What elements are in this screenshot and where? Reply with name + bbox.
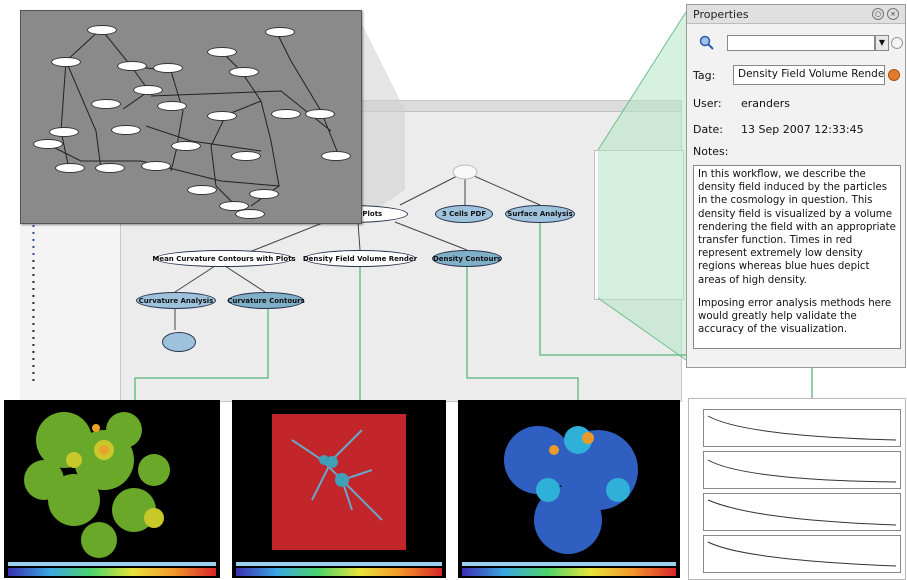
version-node[interactable]	[33, 139, 63, 149]
search-row: ▼	[693, 33, 903, 55]
colorbar[interactable]	[236, 568, 442, 576]
user-label: User:	[693, 97, 722, 110]
version-node[interactable]	[153, 63, 183, 73]
version-node[interactable]	[141, 161, 171, 171]
notes-label: Notes:	[693, 145, 729, 158]
version-node[interactable]	[265, 27, 295, 37]
user-value: eranders	[741, 97, 791, 110]
search-icon[interactable]	[699, 35, 715, 51]
clear-icon[interactable]	[891, 37, 903, 49]
plot	[703, 535, 901, 573]
colorbar-handles[interactable]	[8, 562, 216, 566]
date-value: 13 Sep 2007 12:33:45	[741, 123, 864, 136]
node-curvature-analysis[interactable]: Curvature Analysis	[136, 292, 216, 309]
node-density-contours[interactable]: Density Contours	[432, 250, 502, 267]
version-node[interactable]	[271, 109, 301, 119]
plot	[703, 451, 901, 489]
render-density-contours	[458, 400, 680, 578]
node-mean-curvature[interactable]: Mean Curvature Contours with Plots	[152, 250, 296, 267]
colorbar-handles[interactable]	[462, 562, 676, 566]
version-node[interactable]	[95, 163, 125, 173]
properties-title: Properties	[693, 7, 749, 21]
dropdown-icon[interactable]: ▼	[875, 35, 889, 51]
version-node[interactable]	[157, 101, 187, 111]
version-node[interactable]	[51, 57, 81, 67]
version-node[interactable]	[87, 25, 117, 35]
version-node[interactable]	[91, 99, 121, 109]
plot	[703, 493, 901, 531]
colorbar-handles[interactable]	[236, 562, 442, 566]
reset-icon[interactable]	[888, 69, 900, 81]
render-density-volume	[232, 400, 446, 578]
date-label: Date:	[693, 123, 723, 136]
version-node[interactable]	[49, 127, 79, 137]
properties-header: Properties ○ ×	[687, 5, 905, 24]
version-node[interactable]	[235, 209, 265, 219]
node-leaf[interactable]	[162, 332, 196, 352]
version-node[interactable]	[207, 47, 237, 57]
node-density-field[interactable]: Density Field Volume Render	[303, 250, 417, 267]
version-tree-view[interactable]	[20, 10, 362, 224]
version-node[interactable]	[111, 125, 141, 135]
colorbar[interactable]	[462, 568, 676, 576]
plot	[703, 409, 901, 447]
tag-label: Tag:	[693, 69, 716, 82]
version-node[interactable]	[133, 85, 163, 95]
version-node[interactable]	[171, 141, 201, 151]
version-node[interactable]	[231, 151, 261, 161]
pin-icon[interactable]: ○	[872, 8, 884, 20]
version-node[interactable]	[55, 163, 85, 173]
version-node[interactable]	[321, 151, 351, 161]
node-curvature-contours[interactable]: Curvature Contours	[227, 292, 305, 309]
node-3-cells-pdf[interactable]: 3 Cells PDF	[435, 205, 493, 223]
notes-textarea[interactable]: In this workflow, we describe the densit…	[693, 165, 901, 349]
search-input[interactable]	[727, 35, 875, 51]
render-image	[458, 400, 680, 560]
root-node	[452, 164, 478, 180]
version-node[interactable]	[229, 67, 259, 77]
version-node[interactable]	[305, 109, 335, 119]
plots-panel	[688, 398, 906, 580]
node-surface-analysis[interactable]: Surface Analysis	[505, 205, 575, 223]
notes-paragraph: In this workflow, we describe the densit…	[698, 169, 896, 286]
notes-paragraph: Imposing error analysis methods here wou…	[698, 297, 892, 336]
tag-field[interactable]: Density Field Volume Render	[733, 65, 885, 85]
version-node[interactable]	[187, 185, 217, 195]
zoom-wedge	[360, 20, 405, 220]
colorbar[interactable]	[8, 568, 216, 576]
version-node[interactable]	[207, 111, 237, 121]
render-image	[232, 400, 446, 560]
close-icon[interactable]: ×	[887, 8, 899, 20]
render-image	[4, 400, 220, 560]
properties-panel: Properties ○ × ▼ Tag: Density Field Volu…	[686, 4, 906, 368]
version-node[interactable]	[249, 189, 279, 199]
render-curvature-contours	[4, 400, 220, 578]
version-node[interactable]	[117, 61, 147, 71]
